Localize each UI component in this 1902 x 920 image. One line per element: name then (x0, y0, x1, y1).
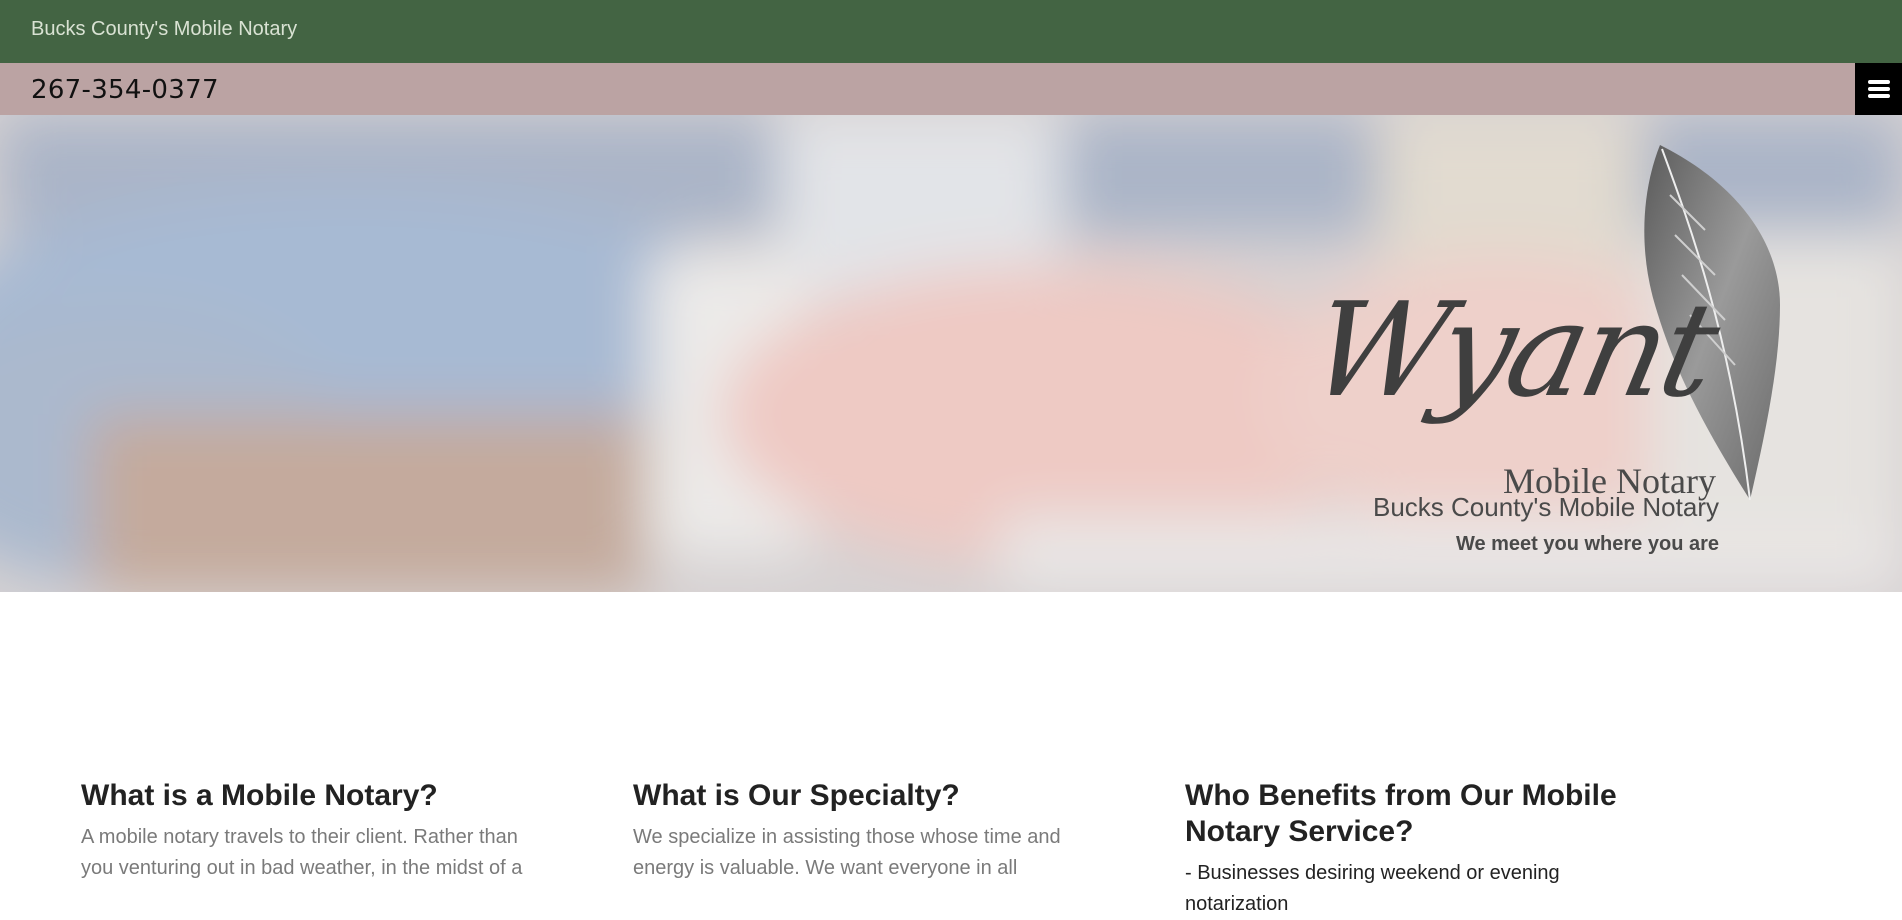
section-text: A mobile notary travels to their client.… (81, 826, 523, 879)
menu-toggle-button[interactable] (1855, 63, 1902, 115)
section-text: We specialize in assisting those whose t… (633, 826, 1061, 879)
wyant-logo: Wyant Mobile Notary (1298, 135, 1790, 505)
section-specialty: What is Our Specialty? We specialize in … (633, 778, 1073, 884)
section-title: What is a Mobile Notary? (81, 779, 438, 812)
hero-banner: Wyant Mobile Notary Bucks County's Mobil… (0, 115, 1902, 592)
hamburger-icon (1867, 80, 1890, 98)
section-title: Who Benefits from Our Mobile Notary Serv… (1185, 779, 1617, 848)
phone-bar: 267-354-0377 (0, 63, 1902, 115)
hero-subtagline: We meet you where you are (1455, 533, 1719, 555)
section-title: What is Our Specialty? (633, 779, 960, 812)
section-who-benefits: Who Benefits from Our Mobile Notary Serv… (1185, 778, 1665, 920)
section-text: - Businesses desiring weekend or evening… (1185, 862, 1560, 915)
section-mobile-notary: What is a Mobile Notary? A mobile notary… (81, 778, 541, 884)
hero-tagline: Bucks County's Mobile Notary (1373, 492, 1719, 522)
phone-number-link[interactable]: 267-354-0377 (31, 75, 219, 105)
top-navbar: Bucks County's Mobile Notary (0, 0, 1902, 63)
site-brand-link[interactable]: Bucks County's Mobile Notary (31, 18, 297, 41)
logo-script-text: Wyant (1297, 274, 1728, 426)
